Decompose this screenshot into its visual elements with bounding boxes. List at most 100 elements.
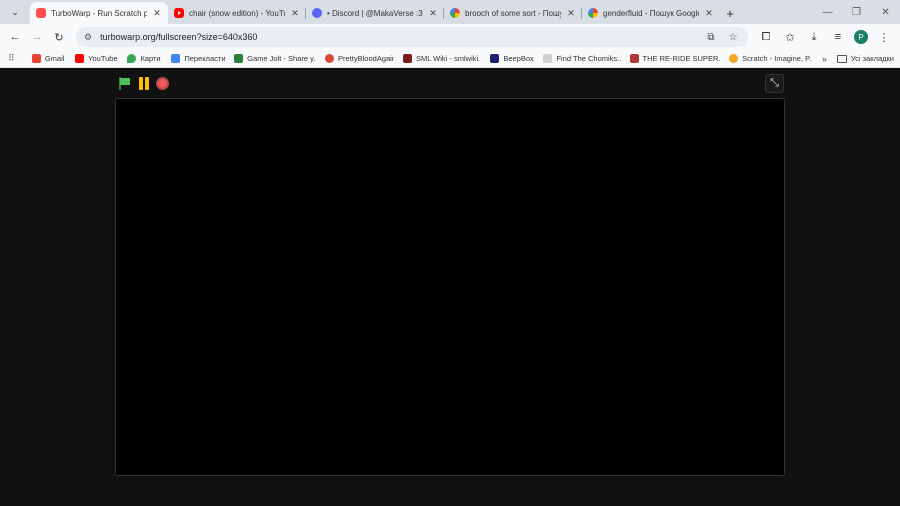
browser-toolbar: ← → ↻ ⚙ turbowarp.org/fullscreen?size=64… xyxy=(0,24,900,50)
close-icon[interactable]: ✕ xyxy=(152,8,162,19)
exit-fullscreen-button[interactable]: ⤡ xyxy=(765,74,784,93)
menu-button[interactable]: ⋮ xyxy=(872,26,896,48)
bookmark-star-icon[interactable]: ☆ xyxy=(726,32,740,43)
gamejolt-icon xyxy=(234,54,244,63)
beepbox-icon xyxy=(490,54,500,63)
tab-label: TurboWarp - Run Scratch projects faster xyxy=(51,8,147,18)
close-icon[interactable]: ✕ xyxy=(566,8,576,19)
bookmark-label: BeepBox xyxy=(503,54,534,63)
bookmark-item[interactable]: Find The Chomiks... xyxy=(538,54,621,63)
arrow-right-icon: → xyxy=(31,31,43,43)
download-icon: ⤓ xyxy=(811,30,817,43)
new-tab-button[interactable]: + xyxy=(720,2,740,24)
minimize-icon[interactable]: — xyxy=(813,7,842,18)
player-controls xyxy=(118,77,169,90)
site-icon xyxy=(325,54,335,63)
tab-label: genderfluid - Пошук Google xyxy=(603,8,699,18)
turbowarp-fullscreen-page: ⤡ xyxy=(0,69,900,506)
green-flag-icon[interactable] xyxy=(118,77,131,90)
extensions-button[interactable]: ⧠ xyxy=(754,26,778,48)
plus-icon: + xyxy=(726,5,734,21)
reload-button[interactable]: ↻ xyxy=(48,26,70,48)
address-bar[interactable]: ⚙ turbowarp.org/fullscreen?size=640x360 … xyxy=(76,27,748,47)
tab-strip: ⌄ TurboWarp - Run Scratch projects faste… xyxy=(0,0,900,24)
close-icon[interactable]: ✕ xyxy=(290,8,300,19)
flag-cloth xyxy=(120,78,130,85)
puzzle-icon: ⧠ xyxy=(761,30,771,43)
bookmark-label: PrettyBloodAgain xyxy=(338,54,394,63)
tab-discord[interactable]: • Discord | @MakaVerse :3 ✕ xyxy=(306,2,444,24)
page-icon xyxy=(543,54,553,63)
sml-wiki-icon xyxy=(402,54,412,63)
star-list-icon: ✩ xyxy=(785,31,795,44)
bookmark-label: Scratch - Imagine, P... xyxy=(742,54,812,63)
bookmark-label: Gmail xyxy=(44,54,65,63)
youtube-icon xyxy=(75,54,85,63)
kebab-menu-icon: ⋮ xyxy=(878,31,890,44)
bookmark-label: Find The Chomiks... xyxy=(556,54,621,63)
restore-icon[interactable]: ❐ xyxy=(842,7,871,18)
tab-youtube[interactable]: chair (snow edition) - YouTube ✕ xyxy=(168,2,306,24)
reload-icon: ↻ xyxy=(54,31,64,44)
bookmark-item[interactable]: YouTube xyxy=(70,54,118,63)
close-icon[interactable]: ✕ xyxy=(428,8,438,19)
compress-icon: ⤡ xyxy=(770,77,779,89)
google-icon xyxy=(588,8,598,18)
bookmark-item[interactable]: Перекласти xyxy=(166,54,225,63)
tab-google-brooch[interactable]: brooch of some sort - Пошук Google ✕ xyxy=(444,2,582,24)
bookmark-item[interactable]: Карти xyxy=(122,54,162,63)
cat-face-icon xyxy=(629,54,639,63)
chevron-down-icon: ⌄ xyxy=(11,6,19,17)
bookmark-label: Карти xyxy=(140,54,161,63)
bookmark-item[interactable]: PrettyBloodAgain xyxy=(320,54,394,63)
stop-icon[interactable] xyxy=(156,77,169,90)
tab-turbowarp[interactable]: TurboWarp - Run Scratch projects faster … xyxy=(30,2,168,24)
url-text[interactable]: turbowarp.org/fullscreen?size=640x360 xyxy=(100,32,696,42)
tab-google-genderfluid[interactable]: genderfluid - Пошук Google ✕ xyxy=(582,2,720,24)
downloads-button[interactable]: ⤓ xyxy=(802,26,826,48)
folder-label: Усі закладки xyxy=(850,54,894,63)
bookmark-item[interactable]: THE RE-RIDE SUPER... xyxy=(625,54,721,63)
window-close-icon[interactable]: ✕ xyxy=(871,7,900,18)
profile-avatar[interactable]: P xyxy=(854,30,868,44)
site-info-icon[interactable]: ⚙ xyxy=(84,32,92,43)
gmail-icon xyxy=(31,54,41,63)
bookmark-item[interactable]: Gmail xyxy=(27,54,66,63)
tab-label: chair (snow edition) - YouTube xyxy=(189,8,285,18)
pause-bar xyxy=(138,77,143,90)
tab-search-button[interactable]: ⌄ xyxy=(4,1,26,23)
toolbar-actions: ⧠ ✩ ⤓ ≡ P ⋮ xyxy=(754,26,896,48)
maps-icon xyxy=(127,54,137,63)
bookmark-label: SML Wiki - smlwiki... xyxy=(415,54,482,63)
forward-button[interactable]: → xyxy=(26,26,48,48)
media-controls-button[interactable]: ≡ xyxy=(826,26,850,48)
playlist-icon: ≡ xyxy=(834,31,842,43)
project-stage[interactable] xyxy=(115,98,785,476)
scratch-icon xyxy=(729,54,739,63)
tab-label: • Discord | @MakaVerse :3 xyxy=(327,8,423,18)
youtube-icon xyxy=(174,8,184,18)
close-icon[interactable]: ✕ xyxy=(704,8,714,19)
folder-icon xyxy=(836,54,847,63)
bookmark-label: THE RE-RIDE SUPER... xyxy=(642,54,721,63)
bookmark-item[interactable]: BeepBox xyxy=(485,54,534,63)
google-icon xyxy=(450,8,460,18)
install-app-icon[interactable]: ⧉ xyxy=(704,32,718,43)
bookmarks-overflow-icon[interactable]: » xyxy=(816,54,833,64)
back-button[interactable]: ← xyxy=(4,26,26,48)
all-bookmarks-folder[interactable]: Усі закладки xyxy=(836,54,894,63)
bookmark-item[interactable]: Game Jolt - Share y... xyxy=(229,54,316,63)
window-controls: — ❐ ✕ xyxy=(813,0,900,24)
translate-icon xyxy=(171,54,181,63)
bookmark-item[interactable]: SML Wiki - smlwiki... xyxy=(398,54,481,63)
tab-label: brooch of some sort - Пошук Google xyxy=(465,8,561,18)
apps-grid-icon[interactable]: ⠿ xyxy=(6,53,17,64)
bookmark-item[interactable]: Scratch - Imagine, P... xyxy=(724,54,812,63)
bookmarks-manager-button[interactable]: ✩ xyxy=(778,26,802,48)
pause-icon[interactable] xyxy=(137,77,150,90)
turbowarp-icon xyxy=(36,8,46,18)
pause-bar xyxy=(144,77,149,90)
bookmark-label: Game Jolt - Share y... xyxy=(247,54,317,63)
bookmark-label: Перекласти xyxy=(184,54,226,63)
arrow-left-icon: ← xyxy=(9,31,21,43)
